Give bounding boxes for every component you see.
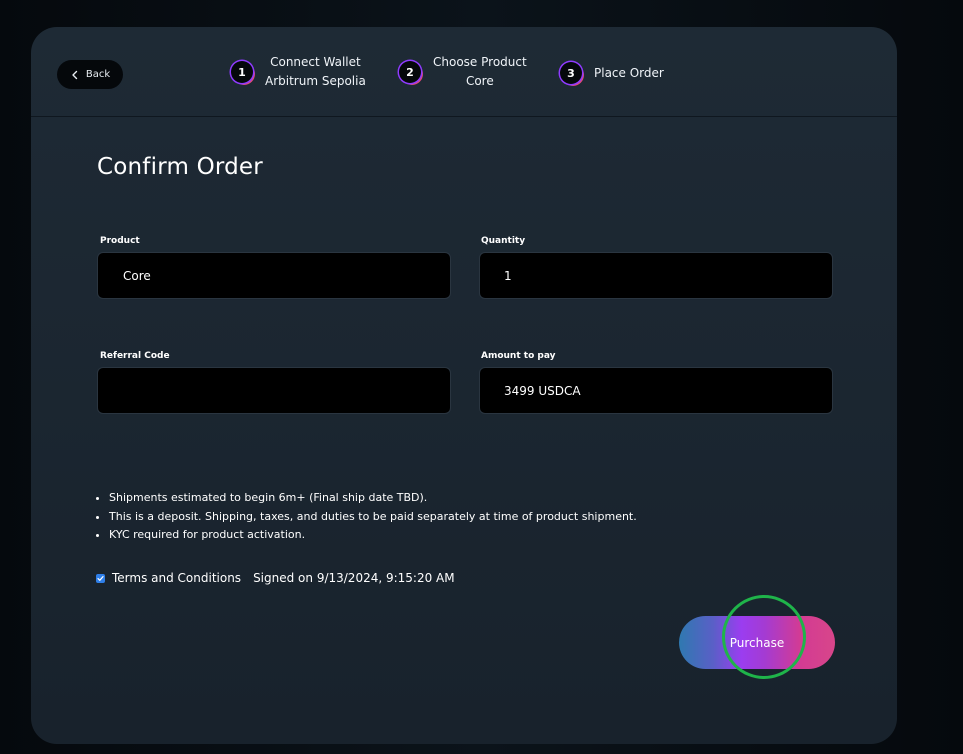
purchase-button[interactable]: Purchase (679, 616, 835, 669)
back-button-label: Back (85, 69, 111, 80)
card-header: Back 1 Connect Wallet Arbitrum Sepolia 2… (31, 27, 897, 117)
note-item: Shipments estimated to begin 6m+ (Final … (109, 489, 637, 508)
step-title: Choose Product (433, 55, 527, 69)
step-connect-wallet: 1 Connect Wallet Arbitrum Sepolia (231, 53, 366, 91)
order-card: Back 1 Connect Wallet Arbitrum Sepolia 2… (31, 27, 897, 744)
terms-link[interactable]: Terms and Conditions (112, 571, 241, 585)
checkmark-icon (97, 575, 104, 581)
step-place-order: 3 Place Order (560, 62, 664, 84)
signed-timestamp: Signed on 9/13/2024, 9:15:20 AM (253, 571, 455, 585)
amount-field[interactable] (479, 367, 833, 414)
page-title: Confirm Order (97, 154, 263, 180)
order-notes: Shipments estimated to begin 6m+ (Final … (89, 489, 637, 545)
quantity-label: Quantity (481, 236, 526, 246)
terms-checkbox[interactable] (96, 573, 105, 583)
referral-code-field[interactable] (97, 367, 451, 414)
step-label: Choose Product Core (433, 53, 527, 91)
referral-code-label: Referral Code (100, 351, 170, 361)
step-label: Connect Wallet Arbitrum Sepolia (265, 53, 366, 91)
step-title: Place Order (594, 65, 664, 80)
quantity-field[interactable] (479, 252, 833, 299)
step-number: 3 (560, 62, 582, 84)
step-number: 1 (231, 61, 253, 83)
step-number: 2 (399, 61, 421, 83)
terms-row: Terms and Conditions Signed on 9/13/2024… (96, 571, 455, 585)
purchase-button-label: Purchase (729, 635, 785, 650)
step-label: Place Order (594, 64, 664, 83)
back-button[interactable]: Back (57, 60, 123, 89)
step-subtitle: Core (465, 74, 494, 88)
step-title: Connect Wallet (270, 55, 361, 69)
amount-label: Amount to pay (481, 351, 556, 361)
note-item: KYC required for product activation. (109, 526, 637, 545)
step-choose-product: 2 Choose Product Core (399, 53, 527, 91)
note-item: This is a deposit. Shipping, taxes, and … (109, 508, 637, 527)
chevron-left-icon (70, 70, 80, 80)
product-field[interactable] (97, 252, 451, 299)
product-label: Product (100, 236, 140, 246)
step-subtitle: Arbitrum Sepolia (265, 74, 366, 88)
